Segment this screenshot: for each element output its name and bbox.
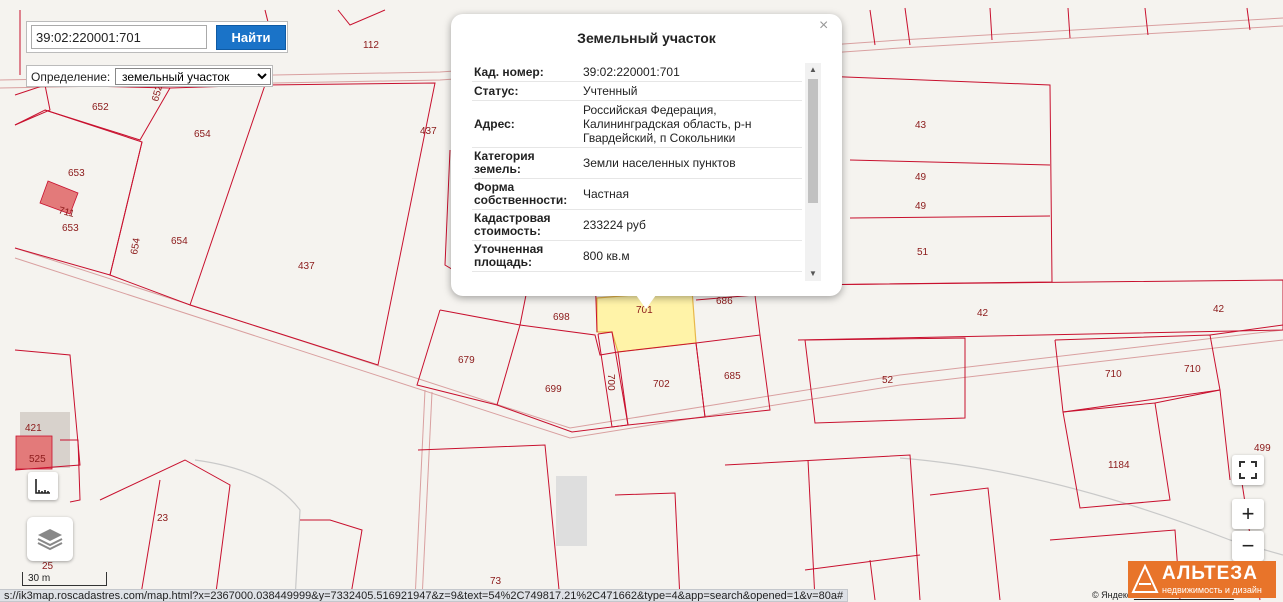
altheza-logo: АЛЬТЕЗА недвижимость и дизайн — [1128, 561, 1276, 598]
svg-text:653: 653 — [62, 223, 79, 234]
svg-text:51: 51 — [917, 247, 929, 258]
svg-text:654: 654 — [171, 236, 188, 247]
definition-label: Определение: — [31, 70, 111, 84]
scroll-down-icon[interactable]: ▼ — [805, 267, 821, 281]
row-value: Частная — [581, 178, 802, 210]
row-value: Земли населенных пунктов — [581, 147, 802, 179]
svg-text:702: 702 — [653, 379, 670, 390]
svg-text:25: 25 — [42, 561, 54, 572]
table-row: Категория земель: Земли населенных пункто… — [472, 147, 802, 179]
row-key: Категория земель: — [472, 147, 581, 179]
row-key: Кадастровая стоимость: — [472, 209, 581, 241]
svg-text:710: 710 — [1105, 369, 1122, 380]
cadastral-number-input[interactable] — [31, 25, 207, 49]
svg-text:49: 49 — [915, 201, 927, 212]
search-button[interactable]: Найти — [216, 25, 286, 50]
svg-text:685: 685 — [724, 371, 741, 382]
row-key: Форма собственности: — [472, 178, 581, 210]
fullscreen-icon — [1239, 461, 1257, 479]
svg-text:686: 686 — [716, 296, 733, 307]
zoom-in-button[interactable]: + — [1232, 499, 1264, 529]
definition-panel: Определение: земельный участок — [26, 65, 273, 87]
popup-title: Земельный участок — [577, 30, 716, 46]
parcel-info-table: Кад. номер: 39:02:220001:701 Статус: Учтен… — [472, 63, 802, 272]
svg-text:437: 437 — [298, 261, 315, 272]
svg-text:437: 437 — [420, 126, 437, 137]
scroll-up-icon[interactable]: ▲ — [805, 63, 821, 77]
ruler-icon — [35, 479, 50, 494]
zoom-out-button[interactable]: − — [1232, 531, 1264, 561]
svg-text:43: 43 — [915, 120, 927, 131]
fullscreen-button[interactable] — [1232, 455, 1264, 485]
definition-select[interactable]: земельный участок — [115, 68, 271, 85]
popup-pointer — [636, 295, 656, 309]
status-url: s://ik3map.roscadastres.com/map.html?x=2… — [0, 589, 849, 602]
row-value: 233224 руб — [581, 209, 802, 241]
table-row: Уточненная площадь: 800 кв.м — [472, 240, 802, 272]
scale-bar: 30 m — [22, 572, 107, 586]
table-row: Кадастровая стоимость: 233224 руб — [472, 209, 802, 241]
table-row: Адрес: Российская Федерация, Калининградс… — [472, 100, 802, 148]
logo-mark-icon — [1131, 564, 1159, 593]
table-row: Форма собственности: Частная — [472, 178, 802, 210]
svg-text:679: 679 — [458, 355, 475, 366]
svg-text:698: 698 — [553, 312, 570, 323]
ruler-button[interactable] — [28, 472, 58, 500]
row-value: 39:02:220001:701 — [581, 63, 802, 82]
layers-button[interactable] — [27, 517, 73, 561]
logo-name: АЛЬТЕЗА — [1162, 563, 1258, 584]
popup-body: Кад. номер: 39:02:220001:701 Статус: Учтен… — [472, 63, 822, 283]
svg-text:652: 652 — [92, 102, 109, 113]
row-key: Кад. номер: — [472, 63, 581, 82]
row-value: Учтенный — [581, 81, 802, 101]
copyright-prefix: © Яндекс — [1092, 590, 1132, 600]
close-icon[interactable]: × — [819, 17, 828, 35]
svg-text:653: 653 — [68, 168, 85, 179]
table-row: Статус: Учтенный — [472, 81, 802, 101]
svg-text:710: 710 — [1184, 364, 1201, 375]
table-row: Кад. номер: 39:02:220001:701 — [472, 63, 802, 82]
svg-text:654: 654 — [194, 129, 211, 140]
svg-text:700: 700 — [605, 374, 616, 391]
svg-text:73: 73 — [490, 576, 502, 587]
svg-text:23: 23 — [157, 513, 169, 524]
svg-text:421: 421 — [25, 423, 42, 434]
svg-text:1184: 1184 — [1108, 460, 1130, 471]
row-key: Адрес: — [472, 100, 581, 148]
logo-tagline: недвижимость и дизайн — [1162, 585, 1262, 595]
svg-text:52: 52 — [882, 375, 894, 386]
popup-scrollbar[interactable]: ▲ ▼ — [805, 63, 821, 281]
svg-text:42: 42 — [1213, 304, 1225, 315]
search-panel: Найти — [26, 21, 288, 53]
scroll-thumb[interactable] — [808, 79, 818, 203]
svg-text:49: 49 — [915, 172, 927, 183]
svg-text:699: 699 — [545, 384, 562, 395]
row-key: Статус: — [472, 81, 581, 101]
parcel-info-popup: Земельный участок × Кад. номер: 39:02:220… — [451, 14, 842, 296]
layers-icon — [37, 529, 63, 551]
svg-text:499: 499 — [1254, 443, 1271, 454]
row-value: Российская Федерация, Калининградская об… — [581, 100, 802, 148]
row-value: 800 кв.м — [581, 240, 802, 272]
svg-text:42: 42 — [977, 308, 989, 319]
svg-text:525: 525 — [29, 454, 46, 465]
svg-text:112: 112 — [363, 40, 379, 51]
row-key: Уточненная площадь: — [472, 240, 581, 272]
